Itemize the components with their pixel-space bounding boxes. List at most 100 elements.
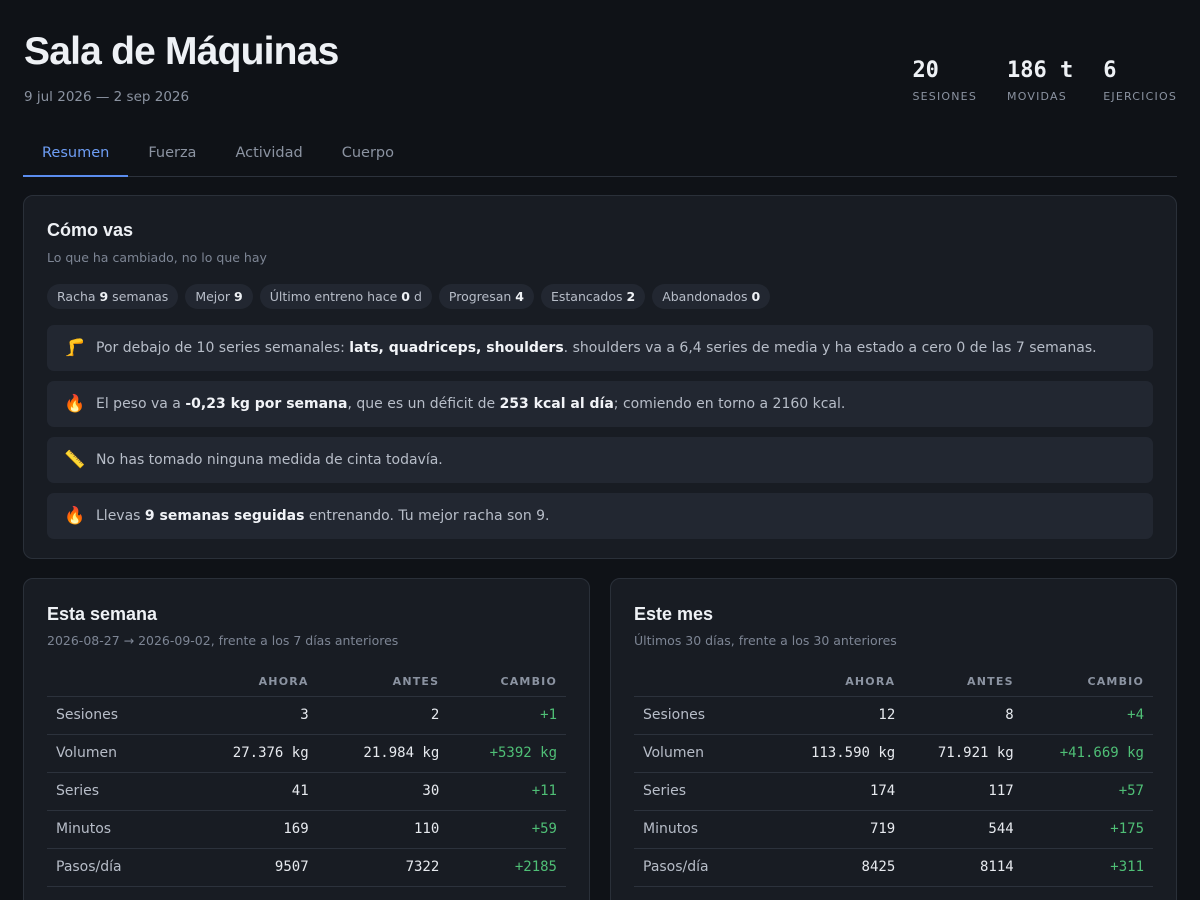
insight-note: 🔥 Llevas 9 semanas seguidas entrenando. T… [47,493,1153,539]
dashboard-page: Sala de Máquinas 9 jul 2026 — 2 sep 2026… [0,0,1200,900]
summary-chips: Racha 9 semanas Mejor 9 Último entreno hac… [47,284,771,309]
stat-value: 20 [912,58,939,83]
summary-chip: Estancados 2 [540,284,646,309]
cell-value: 7322 [317,848,449,887]
insight-segment: entrenando. Tu mejor racha son 9. [304,508,550,524]
stat-sesiones: 20 SESIONES [912,58,977,103]
column-header: ANTES [904,668,1023,697]
insight-segment: Por debajo de 10 series semanales: [96,340,350,356]
change-value: +11 [448,772,566,811]
cell-value: 8425 [774,848,905,887]
row-label: Series [634,772,774,811]
summary-subtitle: Lo que ha cambiado, no lo que hay [47,250,267,265]
table-row: Volumen 113.590 kg 71.921 kg +41.669 kg [634,734,1153,773]
chip-value: 0 [401,289,410,304]
insight-text: Llevas 9 semanas seguidas entrenando. Tu… [96,508,550,524]
column-header: ANTES [317,668,449,697]
change-value: +2185 [448,848,566,887]
table-row: Sesiones 3 2 +1 [47,696,566,735]
table-row: Volumen 27.376 kg 21.984 kg +5392 kg [47,734,566,773]
change-value: +311 [1022,848,1153,887]
row-label: Sesiones [47,696,187,735]
insight-highlight: 253 kcal al día [499,396,614,412]
cell-value: 174 [774,772,905,811]
summary-title: Cómo vas [47,220,134,240]
chip-prefix: Progresan [448,289,516,304]
insight-text: Por debajo de 10 series semanales: lats,… [96,340,1097,356]
chip-prefix: Mejor [195,289,235,304]
tab-resumen[interactable]: Resumen [23,137,129,177]
table-row: Pasos/día 8425 8114 +311 [634,848,1153,887]
stat-label: SESIONES [912,90,978,103]
header-stats: 20 SESIONES 186 t MOVIDAS 6 EJERCICIOS [912,58,1177,103]
stat-value: 6 [1103,58,1117,83]
ruler-icon: 📏 [64,450,86,470]
table-header-row: AHORA ANTES CAMBIO [47,668,566,697]
month-card: Este mes Últimos 30 días, frente a los 3… [610,578,1177,900]
row-label: Minutos [47,810,187,849]
summary-chip: Abandonados 0 [652,284,771,309]
column-header: AHORA [774,668,905,697]
fire-icon: 🔥 [64,394,86,414]
column-header: AHORA [187,668,318,697]
stat-movidas: 186 t MOVIDAS [1007,58,1073,103]
chip-suffix: semanas [108,289,169,304]
summary-chip: Racha 9 semanas [47,284,179,309]
cell-value: 3 [187,696,318,735]
cell-value: 41 [187,772,318,811]
page-title: Sala de Máquinas [24,30,339,73]
week-title: Esta semana [47,604,158,624]
insight-note: 🦵 Por debajo de 10 series semanales: lats… [47,325,1153,371]
cell-value: 8 [904,696,1023,735]
change-value: +1 [448,696,566,735]
summary-card: Cómo vas Lo que ha cambiado, no lo que h… [23,195,1177,559]
cell-value: 544 [904,810,1023,849]
summary-chip: Último entreno hace 0 d [259,284,432,309]
insight-highlight: -0,23 kg por semana [185,396,348,412]
chip-prefix: Estancados [550,289,627,304]
chip-value: 0 [751,289,761,304]
insight-segment: , que es un déficit de [347,396,500,412]
cell-value: 21.984 kg [317,734,449,773]
table-row: Sesiones 12 8 +4 [634,696,1153,735]
chip-prefix: Abandonados [662,289,752,304]
insight-segment: ; comiendo en torno a 2160 kcal. [613,396,846,412]
chip-suffix: d [409,289,422,304]
tab-bar: Resumen Fuerza Actividad Cuerpo [23,137,1177,177]
tab-fuerza[interactable]: Fuerza [129,137,215,177]
table-row: Pasos/día 9507 7322 +2185 [47,848,566,887]
row-label: Pasos/día [634,848,774,887]
week-card: Esta semana 2026-08-27 → 2026-09-02, fre… [23,578,590,900]
insight-text: No has tomado ninguna medida de cinta to… [96,452,443,468]
stat-value: 186 t [1007,58,1074,83]
leg-icon: 🦵 [64,338,86,358]
cell-value: 8114 [904,848,1023,887]
summary-notes: 🦵 Por debajo de 10 series semanales: lats… [47,325,1153,549]
summary-chip: Mejor 9 [185,284,253,309]
stat-label: EJERCICIOS [1103,90,1177,103]
change-value: +175 [1022,810,1153,849]
month-title: Este mes [634,604,714,624]
cell-value: 113.590 kg [774,734,905,773]
column-header [47,668,187,697]
chip-prefix: Racha [57,289,100,304]
insight-note: 📏 No has tomado ninguna medida de cinta t… [47,437,1153,483]
insight-highlight: lats, quadriceps, shoulders [349,340,564,356]
cell-value: 117 [904,772,1023,811]
tab-actividad[interactable]: Actividad [216,137,321,177]
cell-value: 30 [317,772,449,811]
insight-segment: El peso va a [96,396,186,412]
row-label: Volumen [634,734,774,773]
cell-value: 12 [774,696,905,735]
tab-cuerpo[interactable]: Cuerpo [323,137,413,177]
cell-value: 719 [774,810,905,849]
table-row: Minutos 169 110 +59 [47,810,566,849]
row-label: Sesiones [634,696,774,735]
table-row: Series 41 30 +11 [47,772,566,811]
table-row: Series 174 117 +57 [634,772,1153,811]
chip-value: 9 [99,289,109,304]
column-header: CAMBIO [1022,668,1153,697]
chip-value: 9 [234,289,243,304]
row-label: Minutos [634,810,774,849]
cell-value: 9507 [187,848,318,887]
